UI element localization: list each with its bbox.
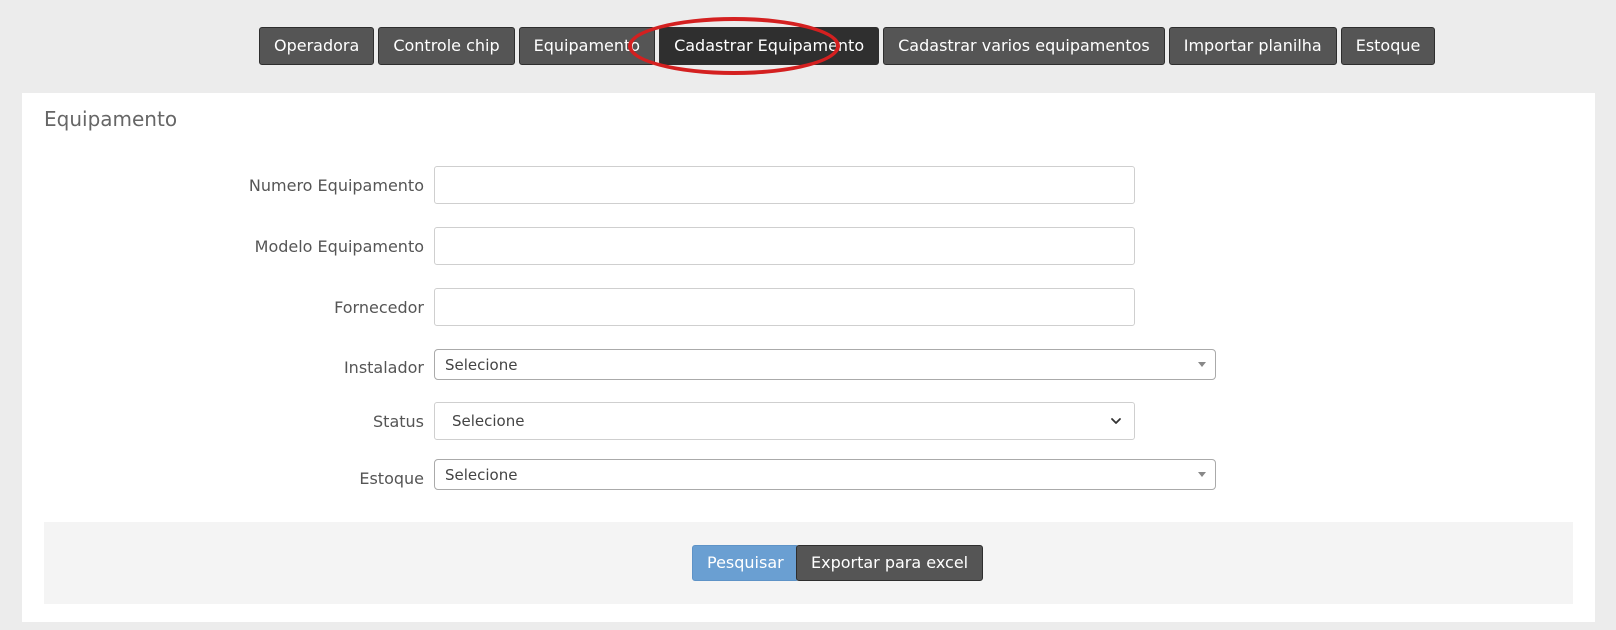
nav-equipamento-button[interactable]: Equipamento	[518, 27, 656, 65]
fornecedor-input[interactable]	[434, 288, 1135, 326]
nav-controle-chip-button[interactable]: Controle chip	[378, 27, 515, 65]
exportar-excel-button[interactable]: Exportar para excel	[796, 545, 984, 581]
estoque-selected-value: Selecione	[445, 466, 518, 484]
instalador-select[interactable]: Selecione	[434, 349, 1216, 380]
nav-cadastrar-varios-equipamentos-button[interactable]: Cadastrar varios equipamentos	[883, 27, 1165, 65]
nav-operadora-button[interactable]: Operadora	[259, 27, 375, 65]
nav-importar-planilha-button[interactable]: Importar planilha	[1168, 27, 1337, 65]
estoque-label: Estoque	[359, 469, 424, 488]
estoque-select[interactable]: Selecione	[434, 459, 1216, 490]
fornecedor-label: Fornecedor	[334, 298, 424, 317]
chevron-down-icon	[1111, 418, 1121, 424]
caret-down-icon	[1198, 362, 1206, 367]
nav-cadastrar-equipamento-button[interactable]: Cadastrar Equipamento	[659, 27, 880, 65]
pesquisar-button[interactable]: Pesquisar	[692, 545, 799, 581]
modelo-equipamento-label: Modelo Equipamento	[254, 237, 424, 256]
nav-estoque-button[interactable]: Estoque	[1340, 27, 1436, 65]
status-selected-value: Selecione	[452, 412, 525, 430]
numero-equipamento-label: Numero Equipamento	[248, 176, 424, 195]
top-nav: Operadora Controle chip Equipamento Cada…	[259, 27, 1436, 65]
status-label: Status	[373, 412, 424, 431]
status-select[interactable]: Selecione	[434, 402, 1135, 440]
equipamento-panel: Equipamento Numero Equipamento Modelo Eq…	[22, 93, 1595, 622]
instalador-label: Instalador	[343, 358, 424, 377]
numero-equipamento-input[interactable]	[434, 166, 1135, 204]
modelo-equipamento-input[interactable]	[434, 227, 1135, 265]
instalador-selected-value: Selecione	[445, 356, 518, 374]
form-actions-footer: Pesquisar Exportar para excel	[44, 522, 1573, 604]
panel-title: Equipamento	[44, 107, 178, 131]
caret-down-icon	[1198, 472, 1206, 477]
